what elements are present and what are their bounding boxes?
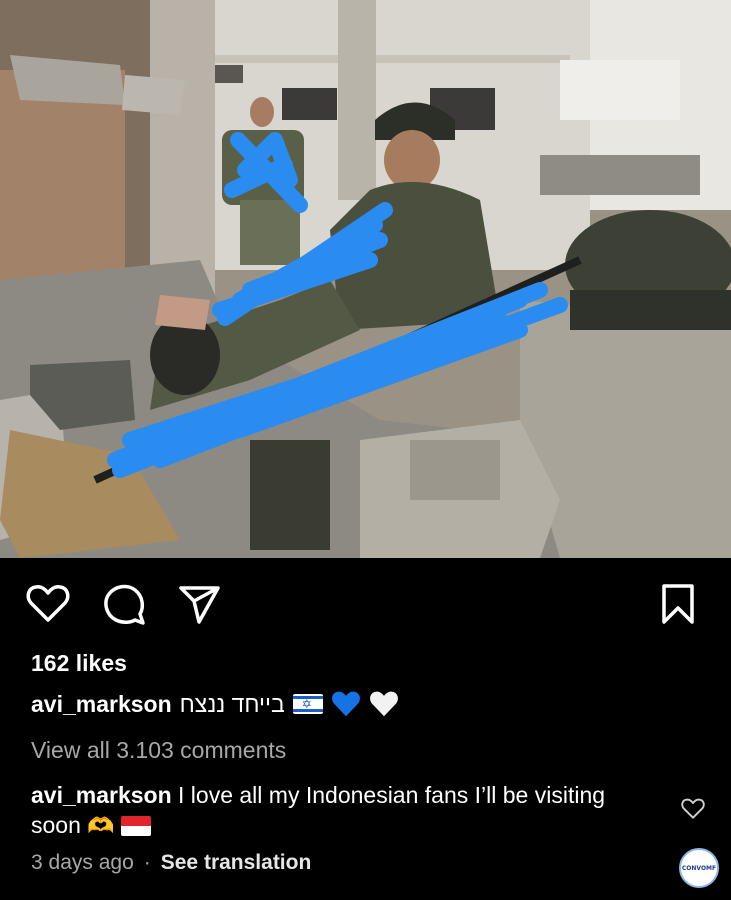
watermark-text: CONVOMF	[681, 864, 717, 872]
separator-dot: ·	[143, 851, 151, 874]
share-button[interactable]	[175, 580, 223, 628]
heart-icon	[26, 585, 70, 622]
post-photo-illustration	[0, 0, 731, 558]
caption-username[interactable]: avi_markson	[31, 691, 172, 718]
post-photo[interactable]	[0, 0, 731, 558]
watermark-badge: CONVOMF	[679, 848, 719, 888]
like-button[interactable]	[24, 580, 72, 628]
comment-username[interactable]: avi_markson	[31, 782, 172, 808]
comment-like-icon[interactable]	[681, 797, 705, 821]
israel-flag-icon: ✡	[292, 694, 323, 714]
view-all-comments-link[interactable]: View all 3.103 comments	[31, 737, 286, 764]
share-icon	[179, 586, 220, 624]
post-action-bar	[0, 580, 731, 628]
blue-heart-icon	[331, 691, 360, 717]
comment-button[interactable]	[101, 580, 149, 628]
comment-meta: 3 days ago · See translation	[31, 851, 311, 875]
likes-count[interactable]: 162 likes	[31, 650, 127, 677]
caption-text: בייחד ננצח	[179, 690, 285, 717]
white-heart-icon	[369, 691, 398, 717]
see-translation-link[interactable]: See translation	[161, 851, 312, 875]
comment: avi_markson I love all my Indonesian fan…	[31, 780, 651, 841]
heart-hands-icon: 🫶	[87, 813, 115, 838]
timestamp: 3 days ago	[31, 851, 134, 874]
indonesia-flag-icon	[121, 816, 152, 836]
bookmark-icon	[662, 584, 694, 624]
post-caption: avi_markson בייחד ננצח ✡	[31, 690, 399, 718]
bookmark-button[interactable]	[654, 580, 702, 628]
comment-icon	[104, 584, 145, 625]
